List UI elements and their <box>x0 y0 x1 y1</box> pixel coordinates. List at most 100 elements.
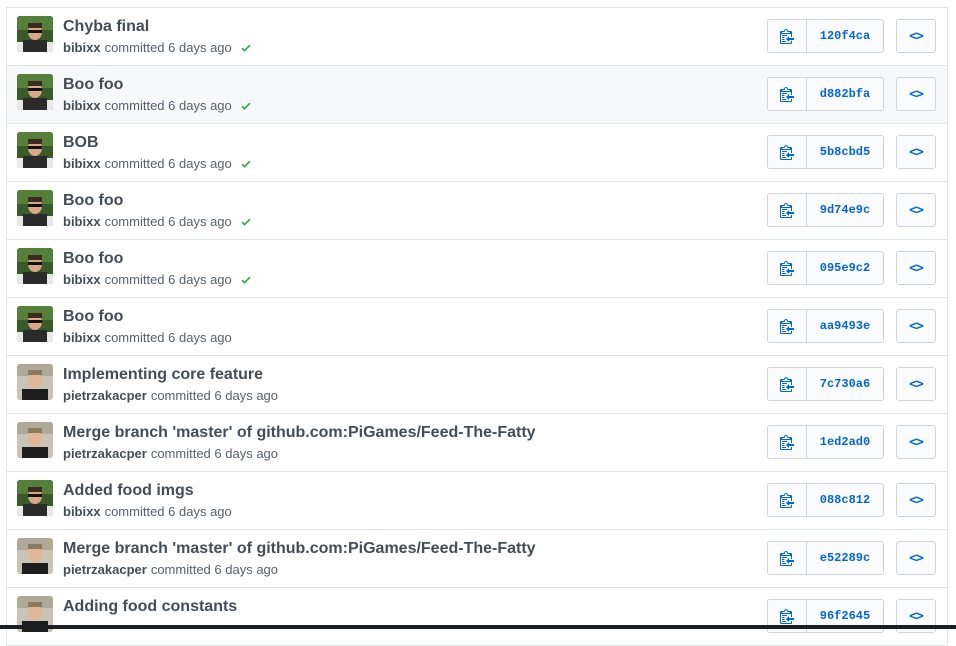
code-icon: <> <box>909 260 924 276</box>
commit-message-link[interactable]: Adding food constants <box>63 598 237 616</box>
commit-sha-link[interactable]: 7c730a6 <box>807 368 883 400</box>
copy-sha-button[interactable] <box>768 426 807 458</box>
copy-sha-button[interactable] <box>768 20 807 52</box>
commit-sha-link[interactable]: 5b8cbd5 <box>807 136 883 168</box>
commit-row: Implementing core feature pietrzakacper co… <box>7 356 947 414</box>
avatar[interactable] <box>17 248 53 284</box>
avatar[interactable] <box>17 538 53 574</box>
commit-time: committed 6 days ago <box>104 214 232 229</box>
avatar[interactable] <box>17 306 53 342</box>
browse-repo-button[interactable]: <> <box>896 251 936 285</box>
commit-row: BOB bibixx committed 6 days ago 5b8cbd5 <> <box>7 124 947 182</box>
commit-message-link[interactable]: Merge branch 'master' of github.com:PiGa… <box>63 424 536 442</box>
avatar[interactable] <box>17 16 53 52</box>
commit-author-link[interactable]: bibixx <box>63 330 101 345</box>
commit-author-link[interactable]: pietrzakacper <box>63 562 147 577</box>
check-icon[interactable] <box>232 216 252 228</box>
commit-message-link[interactable]: Merge branch 'master' of github.com:PiGa… <box>63 540 536 558</box>
avatar[interactable] <box>17 190 53 226</box>
commit-row: Added food imgs bibixx committed 6 days ag… <box>7 472 947 530</box>
commit-row: Adding food constants 96f2645 <> <box>7 588 947 646</box>
commit-meta: bibixx committed 6 days ago <box>63 40 252 55</box>
commit-message-link[interactable]: Boo foo <box>63 308 123 326</box>
browse-repo-button[interactable]: <> <box>896 193 936 227</box>
sha-button-group: 9d74e9c <box>767 193 884 227</box>
commit-message-link[interactable]: Boo foo <box>63 76 123 94</box>
commit-sha-link[interactable]: 095e9c2 <box>807 252 883 284</box>
clippy-icon <box>780 260 794 276</box>
code-icon: <> <box>909 202 924 218</box>
sha-button-group: d882bfa <box>767 77 884 111</box>
check-icon[interactable] <box>232 158 252 170</box>
copy-sha-button[interactable] <box>768 310 807 342</box>
copy-sha-button[interactable] <box>768 542 807 574</box>
commit-message-link[interactable]: Chyba final <box>63 18 149 36</box>
commit-message-link[interactable]: Boo foo <box>63 250 123 268</box>
commit-row: Boo foo bibixx committed 6 days ago aa9493e… <box>7 298 947 356</box>
commit-meta: bibixx committed 6 days ago <box>63 98 252 113</box>
clippy-icon <box>780 492 794 508</box>
commit-message-link[interactable]: Implementing core feature <box>63 366 263 384</box>
browse-repo-button[interactable]: <> <box>896 309 936 343</box>
commit-message-link[interactable]: Boo foo <box>63 192 123 210</box>
commit-meta: bibixx committed 6 days ago <box>63 272 252 287</box>
commit-time: committed 6 days ago <box>104 272 232 287</box>
commit-meta: bibixx committed 6 days ago <box>63 156 252 171</box>
commit-author-link[interactable]: pietrzakacper <box>63 388 147 403</box>
avatar[interactable] <box>17 364 53 400</box>
code-icon: <> <box>909 434 924 450</box>
commit-sha-link[interactable]: 120f4ca <box>807 20 883 52</box>
commit-row: Merge branch 'master' of github.com:PiGa… <box>7 414 947 472</box>
commit-author-link[interactable]: pietrzakacper <box>63 446 147 461</box>
code-icon: <> <box>909 318 924 334</box>
check-icon[interactable] <box>232 274 252 286</box>
commit-author-link[interactable]: bibixx <box>63 272 101 287</box>
commit-author-link[interactable]: bibixx <box>63 40 101 55</box>
copy-sha-button[interactable] <box>768 78 807 110</box>
browse-repo-button[interactable]: <> <box>896 483 936 517</box>
browse-repo-button[interactable]: <> <box>896 135 936 169</box>
commit-message-link[interactable]: BOB <box>63 134 99 152</box>
sha-button-group: 1ed2ad0 <box>767 425 884 459</box>
commit-sha-link[interactable]: e52289c <box>807 542 883 574</box>
sha-button-group: 120f4ca <box>767 19 884 53</box>
check-icon[interactable] <box>232 100 252 112</box>
commit-row: Chyba final bibixx committed 6 days ago 120… <box>7 8 947 66</box>
commit-meta: bibixx committed 6 days ago <box>63 504 232 519</box>
commit-sha-link[interactable]: 9d74e9c <box>807 194 883 226</box>
copy-sha-button[interactable] <box>768 136 807 168</box>
avatar[interactable] <box>17 132 53 168</box>
commit-sha-link[interactable]: d882bfa <box>807 78 883 110</box>
browse-repo-button[interactable]: <> <box>896 541 936 575</box>
copy-sha-button[interactable] <box>768 194 807 226</box>
commit-author-link[interactable]: bibixx <box>63 156 101 171</box>
check-icon[interactable] <box>232 42 252 54</box>
commit-row: Boo foo bibixx committed 6 days ago d882bfa… <box>7 66 947 124</box>
browse-repo-button[interactable]: <> <box>896 425 936 459</box>
commit-time: committed 6 days ago <box>104 504 232 519</box>
commit-author-link[interactable]: bibixx <box>63 214 101 229</box>
commit-sha-link[interactable]: 088c812 <box>807 484 883 516</box>
sha-button-group: 095e9c2 <box>767 251 884 285</box>
browse-repo-button[interactable]: <> <box>896 367 936 401</box>
commit-sha-link[interactable]: aa9493e <box>807 310 883 342</box>
commit-author-link[interactable]: bibixx <box>63 98 101 113</box>
commit-message-link[interactable]: Added food imgs <box>63 482 194 500</box>
commit-author-link[interactable]: bibixx <box>63 504 101 519</box>
commit-meta: pietrzakacper committed 6 days ago <box>63 562 278 577</box>
commit-time: committed 6 days ago <box>104 156 232 171</box>
avatar[interactable] <box>17 480 53 516</box>
commit-list: Chyba final bibixx committed 6 days ago 120… <box>6 7 948 646</box>
commit-time: committed 6 days ago <box>104 330 232 345</box>
commit-time: committed 6 days ago <box>150 446 279 461</box>
copy-sha-button[interactable] <box>768 252 807 284</box>
browse-repo-button[interactable]: <> <box>896 19 936 53</box>
copy-sha-button[interactable] <box>768 368 807 400</box>
avatar[interactable] <box>17 74 53 110</box>
avatar[interactable] <box>17 422 53 458</box>
clippy-icon <box>780 608 794 624</box>
sha-button-group: aa9493e <box>767 309 884 343</box>
commit-sha-link[interactable]: 1ed2ad0 <box>807 426 883 458</box>
copy-sha-button[interactable] <box>768 484 807 516</box>
browse-repo-button[interactable]: <> <box>896 77 936 111</box>
